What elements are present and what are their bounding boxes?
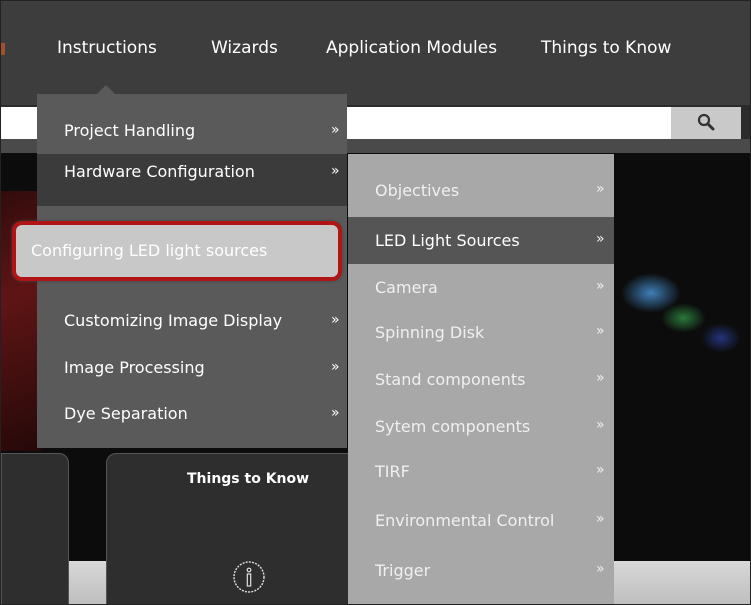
submenu-item-tirf[interactable]: TIRF » [348, 448, 614, 495]
submenu-item-stand-components[interactable]: Stand components » [348, 356, 614, 403]
submenu-item-environmental-control[interactable]: Environmental Control » [348, 497, 614, 544]
submenu-item-label: Stand components [375, 370, 526, 389]
submenu-item-label: TIRF [375, 462, 410, 481]
submenu-item-label: Objectives [375, 181, 460, 200]
submenu-item-spinning-disk[interactable]: Spinning Disk » [348, 309, 614, 356]
chevron-right-icon: » [596, 462, 605, 478]
submenu-item-label: Environmental Control [375, 511, 555, 530]
submenu-item-objectives[interactable]: Objectives » [348, 167, 614, 214]
search-button[interactable] [671, 107, 741, 139]
submenu-item-label: Sytem components [375, 417, 531, 436]
submenu-item-label: Camera [375, 278, 438, 297]
chevron-right-icon: » [596, 561, 605, 577]
chevron-right-icon: » [331, 122, 340, 138]
chevron-right-icon: » [596, 370, 605, 386]
submenu-item-label: Trigger [375, 561, 431, 580]
menu-item-label: Dye Separation [64, 404, 188, 423]
nav-edge-marker [1, 43, 5, 55]
menu-item-customizing-image-display[interactable]: Customizing Image Display » [37, 303, 347, 343]
card-title: Things to Know [187, 471, 310, 487]
nav-instructions[interactable]: Instructions [57, 38, 157, 58]
chevron-right-icon: » [596, 181, 605, 197]
submenu-item-camera[interactable]: Camera » [348, 264, 614, 311]
chevron-right-icon: » [331, 312, 340, 328]
submenu-item-label: Spinning Disk [375, 323, 485, 342]
chevron-right-icon: » [331, 405, 340, 421]
menu-item-label: Image Processing [64, 358, 205, 377]
chevron-right-icon: » [596, 278, 605, 294]
submenu-item-led-light-sources[interactable]: LED Light Sources » [348, 217, 614, 264]
menu-item-hardware-configuration[interactable]: Hardware Configuration » [37, 154, 347, 206]
chevron-right-icon: » [596, 231, 605, 247]
submenu-item-label: LED Light Sources [375, 231, 520, 250]
info-icon [233, 561, 265, 593]
chevron-right-icon: » [331, 163, 340, 179]
submenu-item-system-components[interactable]: Sytem components » [348, 403, 614, 450]
search-icon [697, 113, 715, 131]
app-window: Instructions Wizards Application Modules… [0, 0, 751, 605]
nav-application-modules[interactable]: Application Modules [326, 38, 497, 58]
fluorescence-blue-blob-2 [701, 323, 741, 353]
chevron-right-icon: » [331, 359, 340, 375]
chevron-right-icon: » [596, 323, 605, 339]
highlighted-link-label: Configuring LED light sources [31, 241, 268, 260]
nav-things-to-know[interactable]: Things to Know [541, 38, 671, 58]
chevron-right-icon: » [596, 417, 605, 433]
submenu-item-trigger[interactable]: Trigger » [348, 547, 614, 594]
menu-item-dye-separation[interactable]: Dye Separation » [37, 396, 347, 436]
menu-item-project-handling[interactable]: Project Handling » [37, 113, 347, 153]
nav-wizards[interactable]: Wizards [211, 38, 278, 58]
card-left[interactable] [1, 453, 69, 604]
menu-item-image-processing[interactable]: Image Processing » [37, 350, 347, 390]
chevron-right-icon: » [596, 511, 605, 527]
menu-item-label: Hardware Configuration [64, 162, 255, 181]
fluorescence-green-blob [661, 303, 706, 333]
menu-item-label: Project Handling [64, 121, 196, 140]
menu-item-label: Customizing Image Display [64, 311, 283, 330]
